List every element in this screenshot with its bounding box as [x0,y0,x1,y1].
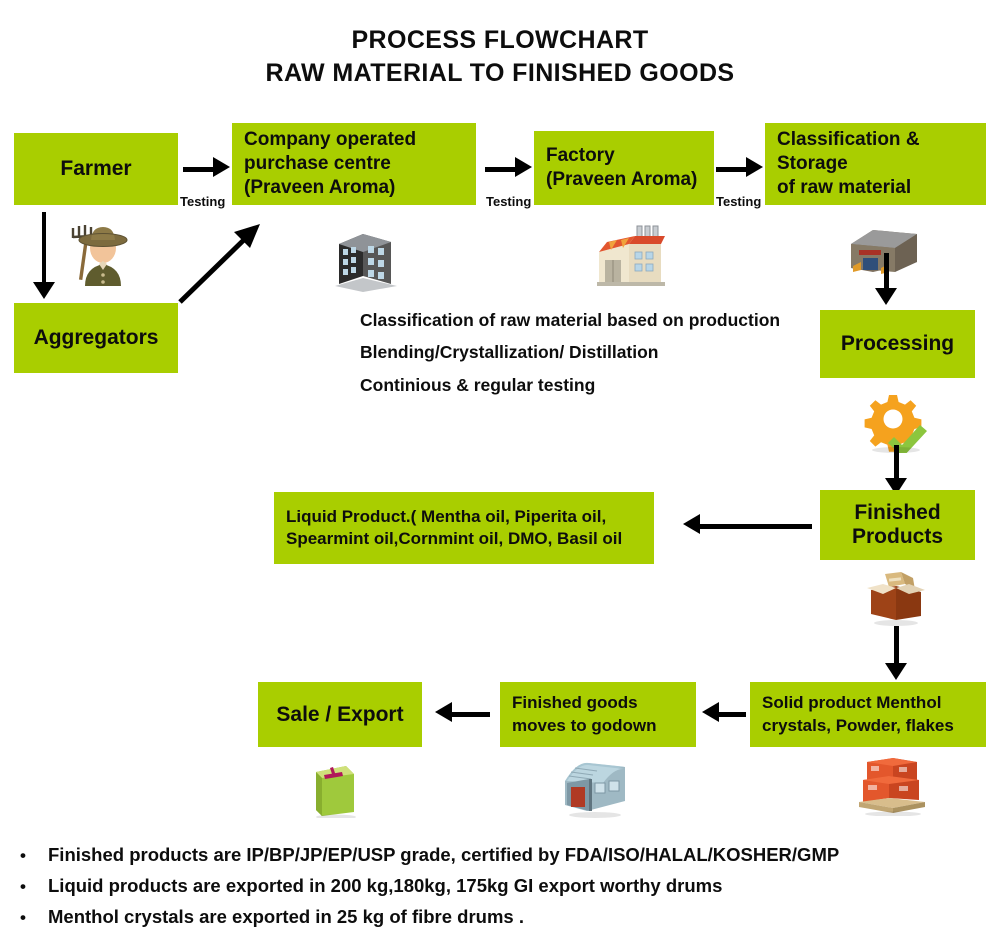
node-sale-export[interactable]: Sale / Export [258,682,422,747]
node-processing[interactable]: Processing [820,310,975,378]
node-purchase-centre[interactable]: Company operated purchase centre (Pravee… [232,123,476,205]
title-line-1: PROCESS FLOWCHART [351,26,649,54]
bullet-marker: • [20,846,26,865]
arrow-solid-to-godown-shaft [718,712,746,717]
open-carton-box-icon [867,572,925,626]
shopping-bag-icon [316,766,356,818]
flowchart-canvas: PROCESS FLOWCHART RAW MATERIAL TO FINISH… [0,0,1000,930]
gear-check-icon [864,395,927,453]
arrow-farmer-to-purchase-head [213,157,230,177]
list-item: • Liquid products are exported in 200 kg… [14,874,989,898]
node-liquid-product-label: Liquid Product.( Mentha oil, Piperita oi… [286,506,623,548]
node-farmer[interactable]: Farmer [14,133,178,205]
arrow-farmer-to-purchase-shaft [183,167,215,172]
office-building-icon [335,234,397,292]
arrow-carton-to-solid-shaft [894,626,899,668]
node-solid-product[interactable]: Solid product Menthol crystals, Powder, … [750,682,986,747]
list-item: • Menthol crystals are exported in 25 kg… [14,905,989,929]
bullet-text: Finished products are IP/BP/JP/EP/USP gr… [48,844,840,865]
node-factory[interactable]: Factory (Praveen Aroma) [534,131,714,205]
node-godown-label: Finished goods moves to godown [512,693,657,735]
arrow-aggregators-to-purchase [178,224,260,304]
node-sale-export-label: Sale / Export [276,702,404,726]
bullet-text: Liquid products are exported in 200 kg,1… [48,874,723,896]
edge-label-testing-1: Testing [180,194,226,209]
farmer-icon [71,225,128,286]
node-finished-products[interactable]: Finished Products [820,490,975,560]
godown-shed-icon [565,762,627,818]
page-title: PROCESS FLOWCHART RAW MATERIAL TO FINISH… [0,24,1000,90]
arrow-purchase-to-factory-shaft [485,167,517,172]
node-factory-label: Factory (Praveen Aroma) [546,144,698,190]
node-purchase-centre-label: Company operated purchase centre (Pravee… [244,128,417,199]
arrow-finished-to-liquid-shaft [700,524,812,529]
bullet-text: Menthol crystals are exported in 25 kg o… [48,905,524,927]
node-aggregators[interactable]: Aggregators [14,303,178,373]
arrow-farmer-to-aggregators-shaft [42,212,46,284]
arrow-factory-to-classification-head [746,157,763,177]
node-liquid-product[interactable]: Liquid Product.( Mentha oil, Piperita oi… [274,492,654,564]
arrow-storage-to-processing-head [875,288,897,305]
node-farmer-label: Farmer [60,157,132,180]
warehouse-storage-icon [851,230,917,274]
bullet-marker: • [20,907,26,927]
bullet-marker: • [20,876,26,896]
note-line-3: Continious & regular testing [360,375,596,395]
node-aggregators-label: Aggregators [33,326,159,349]
arrow-godown-to-sale-shaft [452,712,490,717]
list-item: • Finished products are IP/BP/JP/EP/USP … [14,843,989,867]
title-line-2: RAW MATERIAL TO FINISHED GOODS [265,59,735,87]
node-godown[interactable]: Finished goods moves to godown [500,682,696,747]
node-solid-product-label: Solid product Menthol crystals, Powder, … [762,693,954,735]
note-line-2: Blending/Crystallization/ Distillation [360,342,659,362]
arrow-carton-to-solid-head [885,663,907,680]
node-classification-storage-label: Classification & Storage of raw material [777,128,920,199]
arrow-godown-to-sale-head [435,702,452,722]
pallet-boxes-icon [859,758,925,816]
arrow-solid-to-godown-head [702,702,719,722]
footnote-bullet-list: • Finished products are IP/BP/JP/EP/USP … [14,843,989,930]
node-finished-products-label: Finished Products [851,501,943,548]
edge-label-testing-3: Testing [716,194,762,209]
node-processing-label: Processing [840,332,955,355]
edge-label-testing-2: Testing [486,194,532,209]
arrow-farmer-to-aggregators-head [33,282,55,299]
arrow-finished-to-liquid-head [683,514,700,534]
arrow-factory-to-classification-shaft [716,167,748,172]
factory-icon [597,225,665,286]
node-classification-storage[interactable]: Classification & Storage of raw material [765,123,986,205]
arrow-storage-to-processing-shaft [884,253,889,290]
note-line-1: Classification of raw material based on … [360,310,781,330]
arrow-purchase-to-factory-head [515,157,532,177]
